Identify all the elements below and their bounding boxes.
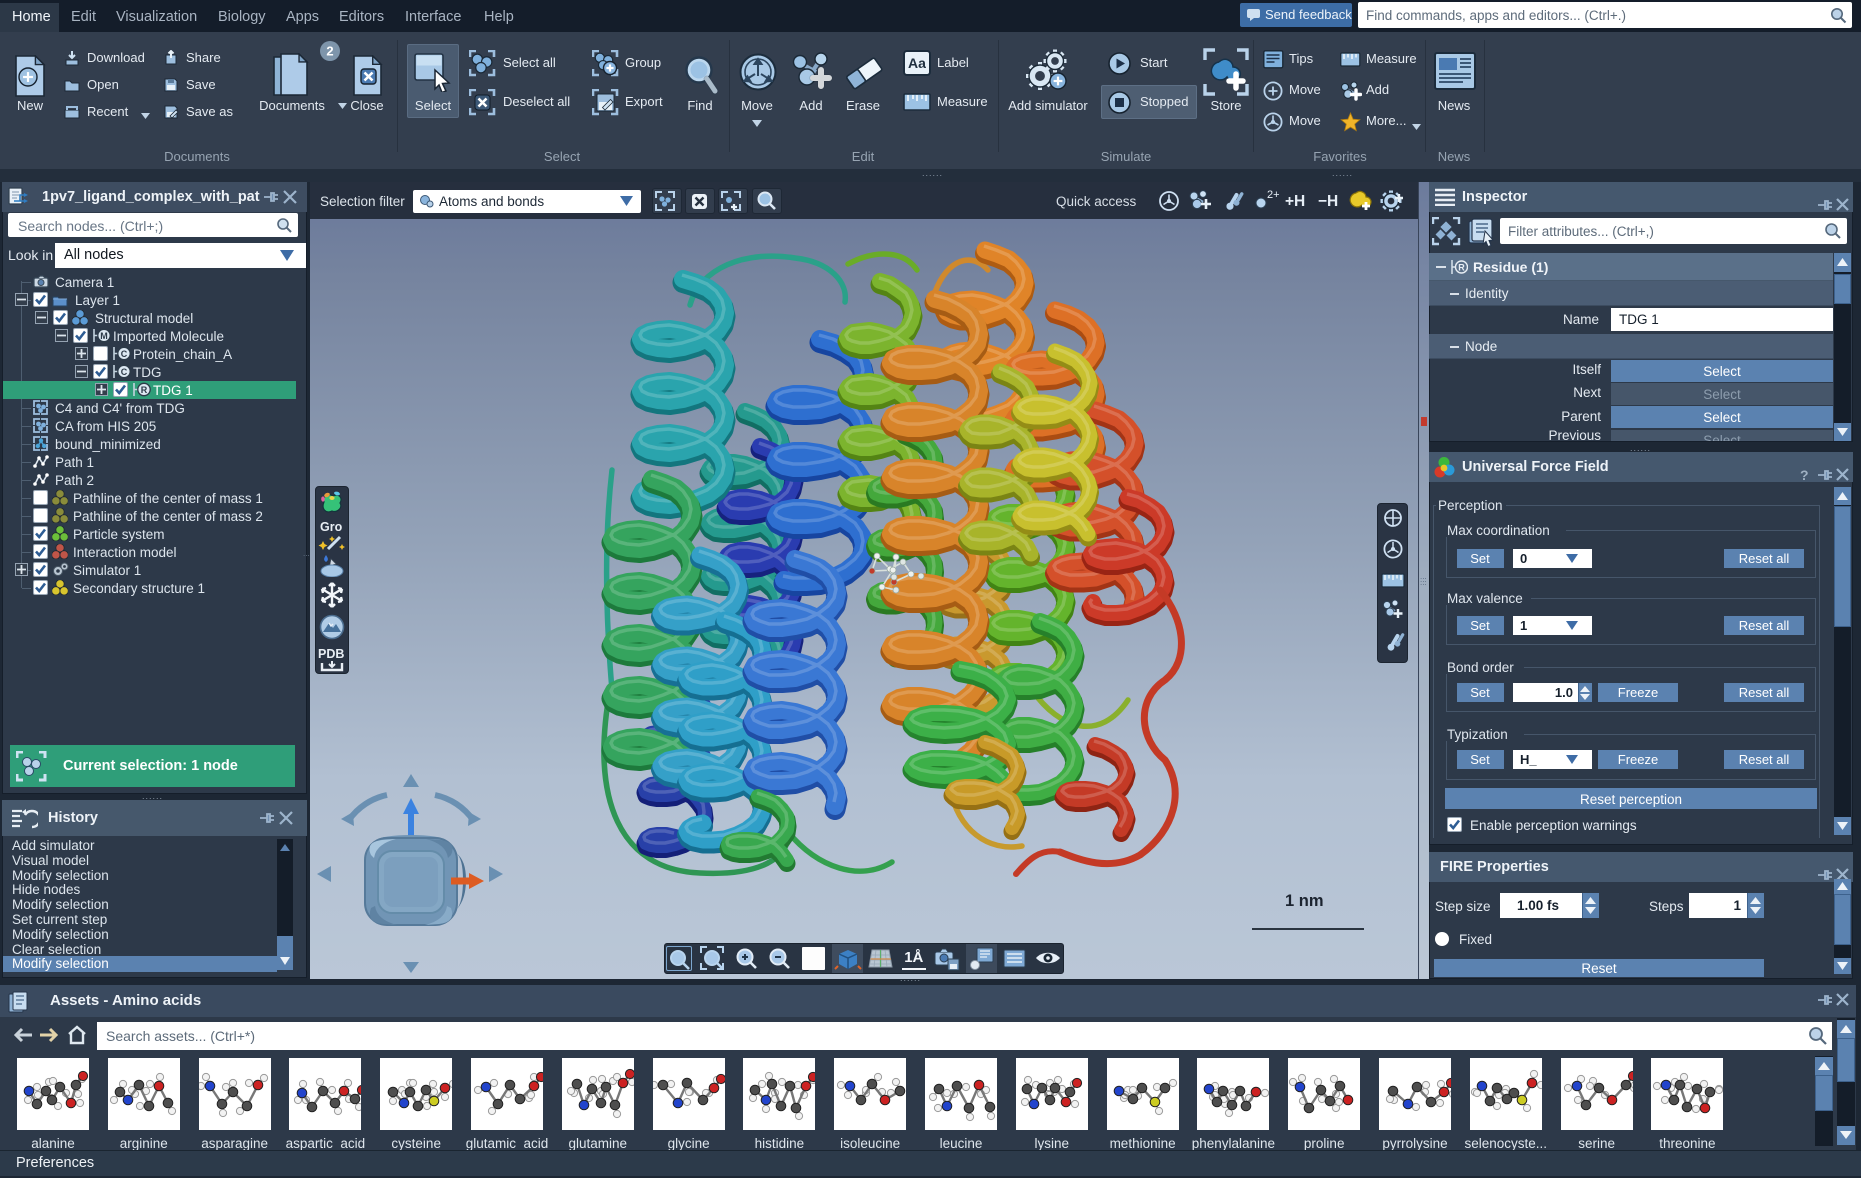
svg-text:Aa: Aa	[908, 55, 926, 71]
svg-text:C: C	[121, 367, 128, 377]
svg-text:2: 2	[326, 44, 333, 59]
svg-text:2+: 2+	[1267, 189, 1280, 201]
svg-text:M: M	[100, 331, 108, 341]
svg-text:R: R	[1458, 263, 1465, 273]
svg-text:C: C	[121, 349, 128, 359]
svg-text:R: R	[141, 385, 148, 395]
